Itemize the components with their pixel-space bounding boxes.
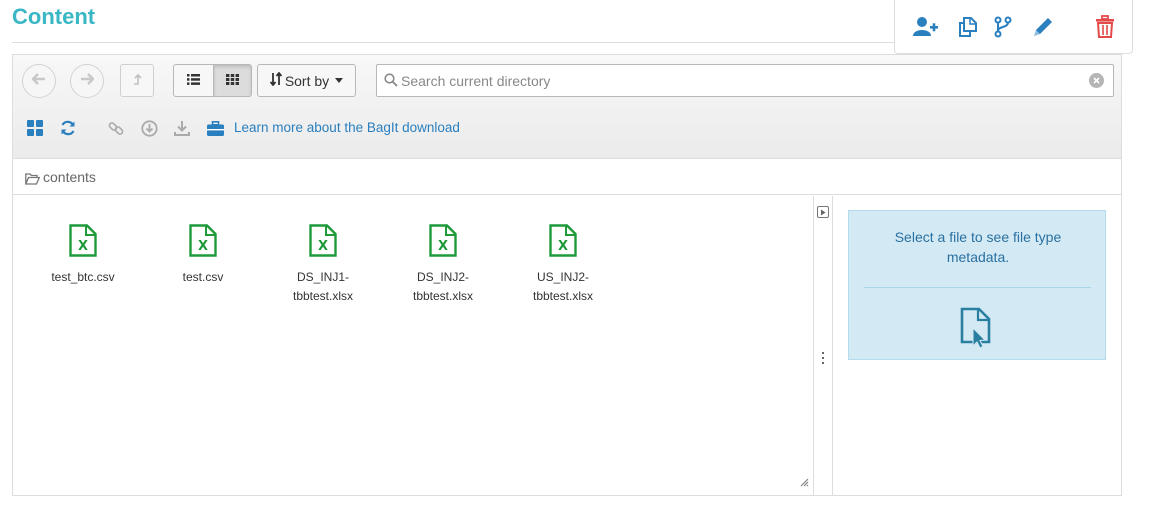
resize-handle-icon[interactable] <box>799 474 809 492</box>
page-title: Content <box>12 4 96 29</box>
file-name: DS_INJ1- <box>296 270 349 284</box>
toggle-panel-icon[interactable] <box>817 206 829 218</box>
dashboard-icon[interactable] <box>26 119 44 137</box>
download-icon[interactable] <box>173 119 191 137</box>
fork-icon[interactable] <box>988 12 1018 42</box>
file-item[interactable]: X test_btc.csv <box>33 224 133 287</box>
panel-splitter[interactable] <box>813 196 833 495</box>
file-name: US_INJ2- <box>536 270 589 284</box>
arrow-right-icon <box>80 72 95 90</box>
view-toggle <box>173 64 252 97</box>
excel-file-icon: X <box>393 224 493 262</box>
svg-text:X: X <box>198 239 208 254</box>
svg-text:X: X <box>78 239 88 254</box>
refresh-icon[interactable] <box>59 119 77 137</box>
excel-file-icon: X <box>153 224 253 262</box>
file-item[interactable]: X DS_INJ2- tbbtest.xlsx <box>393 224 493 306</box>
add-user-icon[interactable] <box>911 12 941 42</box>
search-icon <box>384 73 398 92</box>
copy-icon[interactable] <box>953 12 983 42</box>
metadata-message: Select a file to see file type metadata. <box>894 229 1062 265</box>
drag-handle-icon[interactable] <box>821 352 824 364</box>
link-icon[interactable] <box>107 119 125 137</box>
file-metadata-panel: Select a file to see file type metadata. <box>848 210 1106 360</box>
pencil-icon[interactable] <box>1028 12 1058 42</box>
clear-search-icon[interactable] <box>1089 73 1104 88</box>
folder-open-icon <box>24 172 41 190</box>
content-page: Content Sort by Search current directory… <box>0 0 1165 505</box>
file-grid: X test_btc.csv X test.csv X DS_INJ1- tbb… <box>13 196 813 495</box>
sort-by-label: Sort by <box>284 72 330 89</box>
metadata-divider <box>864 287 1091 288</box>
file-name: DS_INJ2- <box>416 270 469 284</box>
file-name: test_btc.csv <box>51 270 115 284</box>
file-name: test.csv <box>182 270 224 284</box>
list-icon <box>186 72 200 90</box>
search-input[interactable] <box>401 65 1081 96</box>
toolbar: Sort by Search current directory Learn m… <box>13 55 1121 159</box>
arrow-left-icon <box>31 72 46 90</box>
file-browser: Sort by Search current directory Learn m… <box>12 54 1122 496</box>
file-pointer-icon <box>959 306 995 353</box>
file-name: tbbtest.xlsx <box>412 289 474 303</box>
excel-file-icon: X <box>273 224 373 262</box>
trash-icon[interactable] <box>1090 12 1120 42</box>
excel-file-icon: X <box>513 224 613 262</box>
title-divider <box>12 42 894 43</box>
briefcase-icon[interactable] <box>206 119 224 137</box>
back-button[interactable] <box>22 64 56 98</box>
search-box <box>376 64 1114 97</box>
sort-by-button[interactable]: Sort by <box>257 64 356 97</box>
level-up-icon <box>132 72 142 90</box>
up-level-button[interactable] <box>120 64 154 97</box>
sort-icon <box>269 71 283 89</box>
grid-view-button[interactable] <box>212 65 251 96</box>
chevron-down-icon <box>335 78 344 83</box>
svg-text:X: X <box>438 239 448 254</box>
bagit-learn-more-link[interactable]: Learn more about the BagIt download <box>234 120 460 135</box>
breadcrumb: contents <box>13 160 1121 195</box>
file-item[interactable]: X US_INJ2- tbbtest.xlsx <box>513 224 613 306</box>
file-name: tbbtest.xlsx <box>532 289 594 303</box>
download-circle-icon[interactable] <box>140 119 158 137</box>
breadcrumb-label[interactable]: contents <box>43 169 96 185</box>
file-name: tbbtest.xlsx <box>292 289 354 303</box>
list-view-button[interactable] <box>174 65 213 96</box>
action-bar <box>894 0 1133 54</box>
excel-file-icon: X <box>33 224 133 262</box>
file-item[interactable]: X DS_INJ1- tbbtest.xlsx <box>273 224 373 306</box>
svg-text:X: X <box>318 239 328 254</box>
grid-icon <box>225 72 239 90</box>
forward-button[interactable] <box>70 64 104 98</box>
svg-text:X: X <box>558 239 568 254</box>
file-item[interactable]: X test.csv <box>153 224 253 287</box>
